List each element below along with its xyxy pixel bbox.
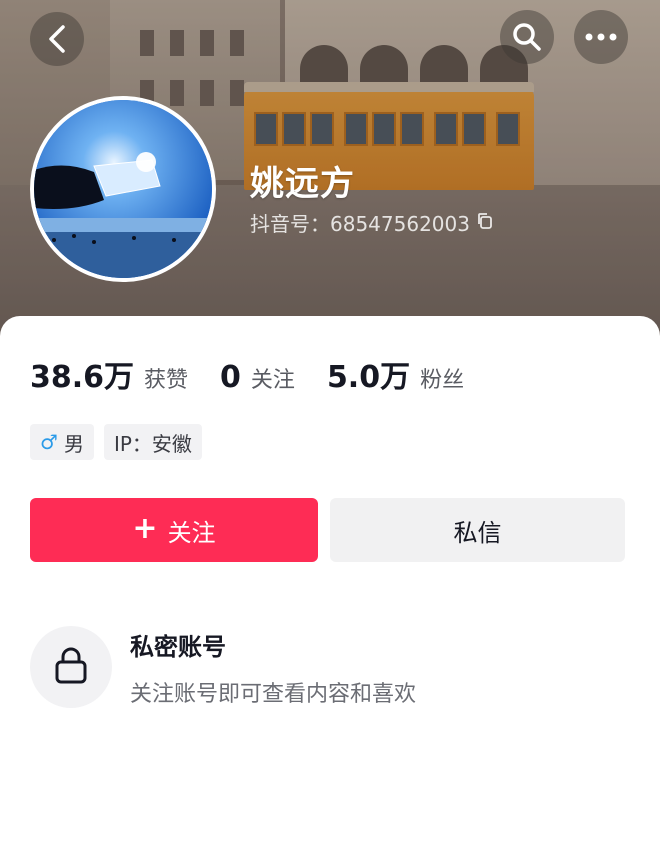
tags-row: ♂ 男 IP：安徽 <box>30 424 202 460</box>
stat-value: 0 <box>220 360 241 395</box>
profile-name: 姚远方 <box>250 164 355 204</box>
lock-badge <box>30 626 112 708</box>
avatar-image <box>34 100 212 278</box>
message-label: 私信 <box>453 518 502 547</box>
private-subtitle: 关注账号即可查看内容和喜欢 <box>130 681 417 707</box>
stat-followers[interactable]: 5.0万 粉丝 <box>327 352 464 396</box>
message-button[interactable]: 私信 <box>330 498 625 562</box>
search-icon <box>511 21 543 53</box>
private-account-notice: 私密账号 关注账号即可查看内容和喜欢 <box>30 626 416 708</box>
follow-button[interactable]: + 关注 <box>30 498 318 562</box>
stat-following[interactable]: 0 关注 <box>220 360 295 395</box>
back-icon <box>46 24 68 54</box>
gender-label: 男 <box>63 431 84 456</box>
stat-label: 获赞 <box>144 368 189 393</box>
stat-label: 关注 <box>250 368 295 393</box>
avatar[interactable] <box>30 96 216 282</box>
stats-row: 38.6万 获赞 0 关注 5.0万 粉丝 <box>30 352 496 396</box>
douyin-id-text: 抖音号：68547562003 <box>250 212 470 236</box>
lock-icon <box>54 646 88 688</box>
gender-tag: ♂ 男 <box>30 424 94 460</box>
stat-likes[interactable]: 38.6万 获赞 <box>30 352 188 396</box>
private-title: 私密账号 <box>130 632 226 661</box>
back-button[interactable] <box>30 12 84 66</box>
stat-value: 38.6万 <box>30 360 135 395</box>
stat-value: 5.0万 <box>326 360 411 395</box>
male-icon: ♂ <box>40 430 58 454</box>
search-button[interactable] <box>500 10 554 64</box>
plus-icon: + <box>132 511 158 546</box>
ip-label: IP：安徽 <box>113 431 192 456</box>
douyin-id[interactable]: 抖音号：68547562003 <box>250 208 494 237</box>
more-icon <box>585 33 617 41</box>
stat-label: 粉丝 <box>420 368 465 393</box>
more-button[interactable] <box>574 10 628 64</box>
ip-tag: IP：安徽 <box>103 424 202 460</box>
profile-card: 38.6万 获赞 0 关注 5.0万 粉丝 ♂ 男 IP：安徽 + 关注 私信 <box>0 316 660 846</box>
copy-icon[interactable] <box>476 211 494 235</box>
follow-label: 关注 <box>167 518 216 547</box>
